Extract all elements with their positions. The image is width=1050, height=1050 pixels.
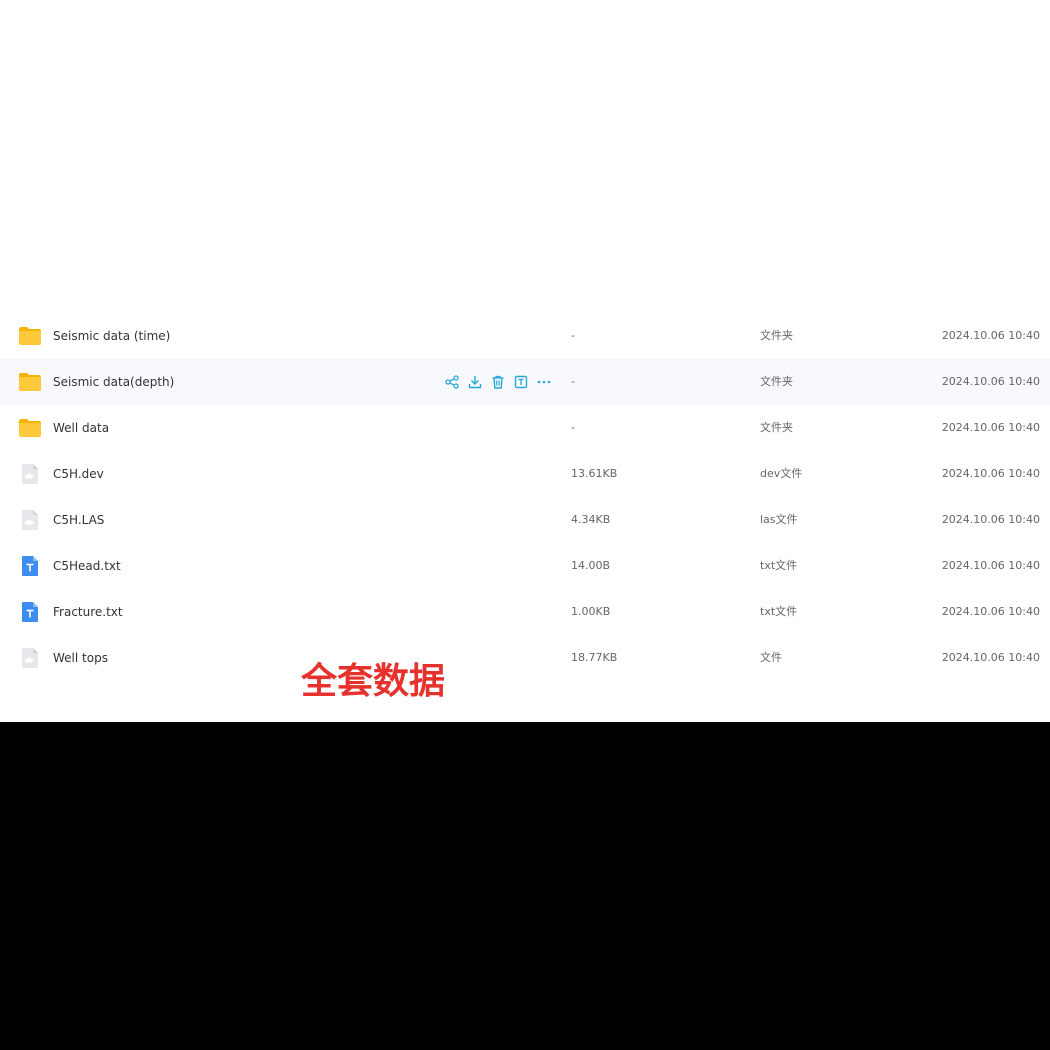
file-date: 2024.10.06 10:40	[941, 559, 1040, 572]
file-name[interactable]: Fracture.txt	[53, 604, 123, 620]
file-name[interactable]: Well tops	[53, 650, 108, 666]
share-icon[interactable]	[444, 374, 460, 390]
generic-file-icon	[22, 510, 38, 530]
file-row[interactable]: Fracture.txt 1.00KB txt文件 2024.10.06 10:…	[0, 589, 1050, 635]
file-type: 文件夹	[760, 421, 793, 434]
text-file-icon	[22, 602, 38, 622]
file-size: -	[571, 421, 575, 434]
file-name[interactable]: C5H.LAS	[53, 512, 104, 528]
file-name[interactable]: Well data	[53, 420, 109, 436]
file-size: -	[571, 329, 575, 342]
rename-icon[interactable]	[513, 374, 529, 390]
file-row[interactable]: Well data - 文件夹 2024.10.06 10:40	[0, 405, 1050, 451]
file-date: 2024.10.06 10:40	[941, 513, 1040, 526]
download-icon[interactable]	[467, 374, 483, 390]
file-date: 2024.10.06 10:40	[941, 651, 1040, 664]
file-type: 文件夹	[760, 329, 793, 342]
file-size: 18.77KB	[571, 651, 618, 664]
delete-icon[interactable]	[490, 374, 506, 390]
file-date: 2024.10.06 10:40	[941, 329, 1040, 342]
folder-icon	[19, 373, 41, 391]
file-row[interactable]: C5Head.txt 14.00B txt文件 2024.10.06 10:40	[0, 543, 1050, 589]
file-size: 1.00KB	[571, 605, 611, 618]
file-size: 14.00B	[571, 559, 611, 572]
file-size: 13.61KB	[571, 467, 618, 480]
file-row-hovered[interactable]: Seismic data(depth) - 文件夹 2024.10.06 10:…	[0, 359, 1050, 405]
file-type: dev文件	[760, 467, 803, 480]
folder-icon	[19, 327, 41, 345]
file-row[interactable]: C5H.dev 13.61KB dev文件 2024.10.06 10:40	[0, 451, 1050, 497]
file-type: 文件	[760, 651, 782, 664]
file-type: 文件夹	[760, 375, 793, 388]
file-row[interactable]: Seismic data (time) - 文件夹 2024.10.06 10:…	[0, 313, 1050, 359]
file-row[interactable]: C5H.LAS 4.34KB las文件 2024.10.06 10:40	[0, 497, 1050, 543]
file-row[interactable]: Well tops 18.77KB 文件 2024.10.06 10:40	[0, 635, 1050, 681]
file-date: 2024.10.06 10:40	[941, 375, 1040, 388]
file-size: 4.34KB	[571, 513, 611, 526]
file-date: 2024.10.06 10:40	[941, 421, 1040, 434]
row-actions	[444, 372, 552, 392]
generic-file-icon	[22, 648, 38, 668]
file-date: 2024.10.06 10:40	[941, 605, 1040, 618]
generic-file-icon	[22, 464, 38, 484]
file-list: Seismic data (time) - 文件夹 2024.10.06 10:…	[0, 313, 1050, 681]
text-file-icon	[22, 556, 38, 576]
file-name[interactable]: C5Head.txt	[53, 558, 121, 574]
file-date: 2024.10.06 10:40	[941, 467, 1040, 480]
more-icon[interactable]	[536, 374, 552, 390]
overlay-caption: 全套数据	[301, 661, 446, 702]
file-size: -	[571, 375, 575, 388]
file-name[interactable]: Seismic data(depth)	[53, 374, 174, 390]
black-letterbox	[0, 722, 1050, 1050]
file-type: txt文件	[760, 559, 798, 572]
file-manager-screen: Seismic data (time) - 文件夹 2024.10.06 10:…	[0, 0, 1050, 722]
folder-icon	[19, 419, 41, 437]
file-type: txt文件	[760, 605, 798, 618]
file-name[interactable]: C5H.dev	[53, 466, 104, 482]
file-type: las文件	[760, 513, 798, 526]
file-name[interactable]: Seismic data (time)	[53, 328, 170, 344]
